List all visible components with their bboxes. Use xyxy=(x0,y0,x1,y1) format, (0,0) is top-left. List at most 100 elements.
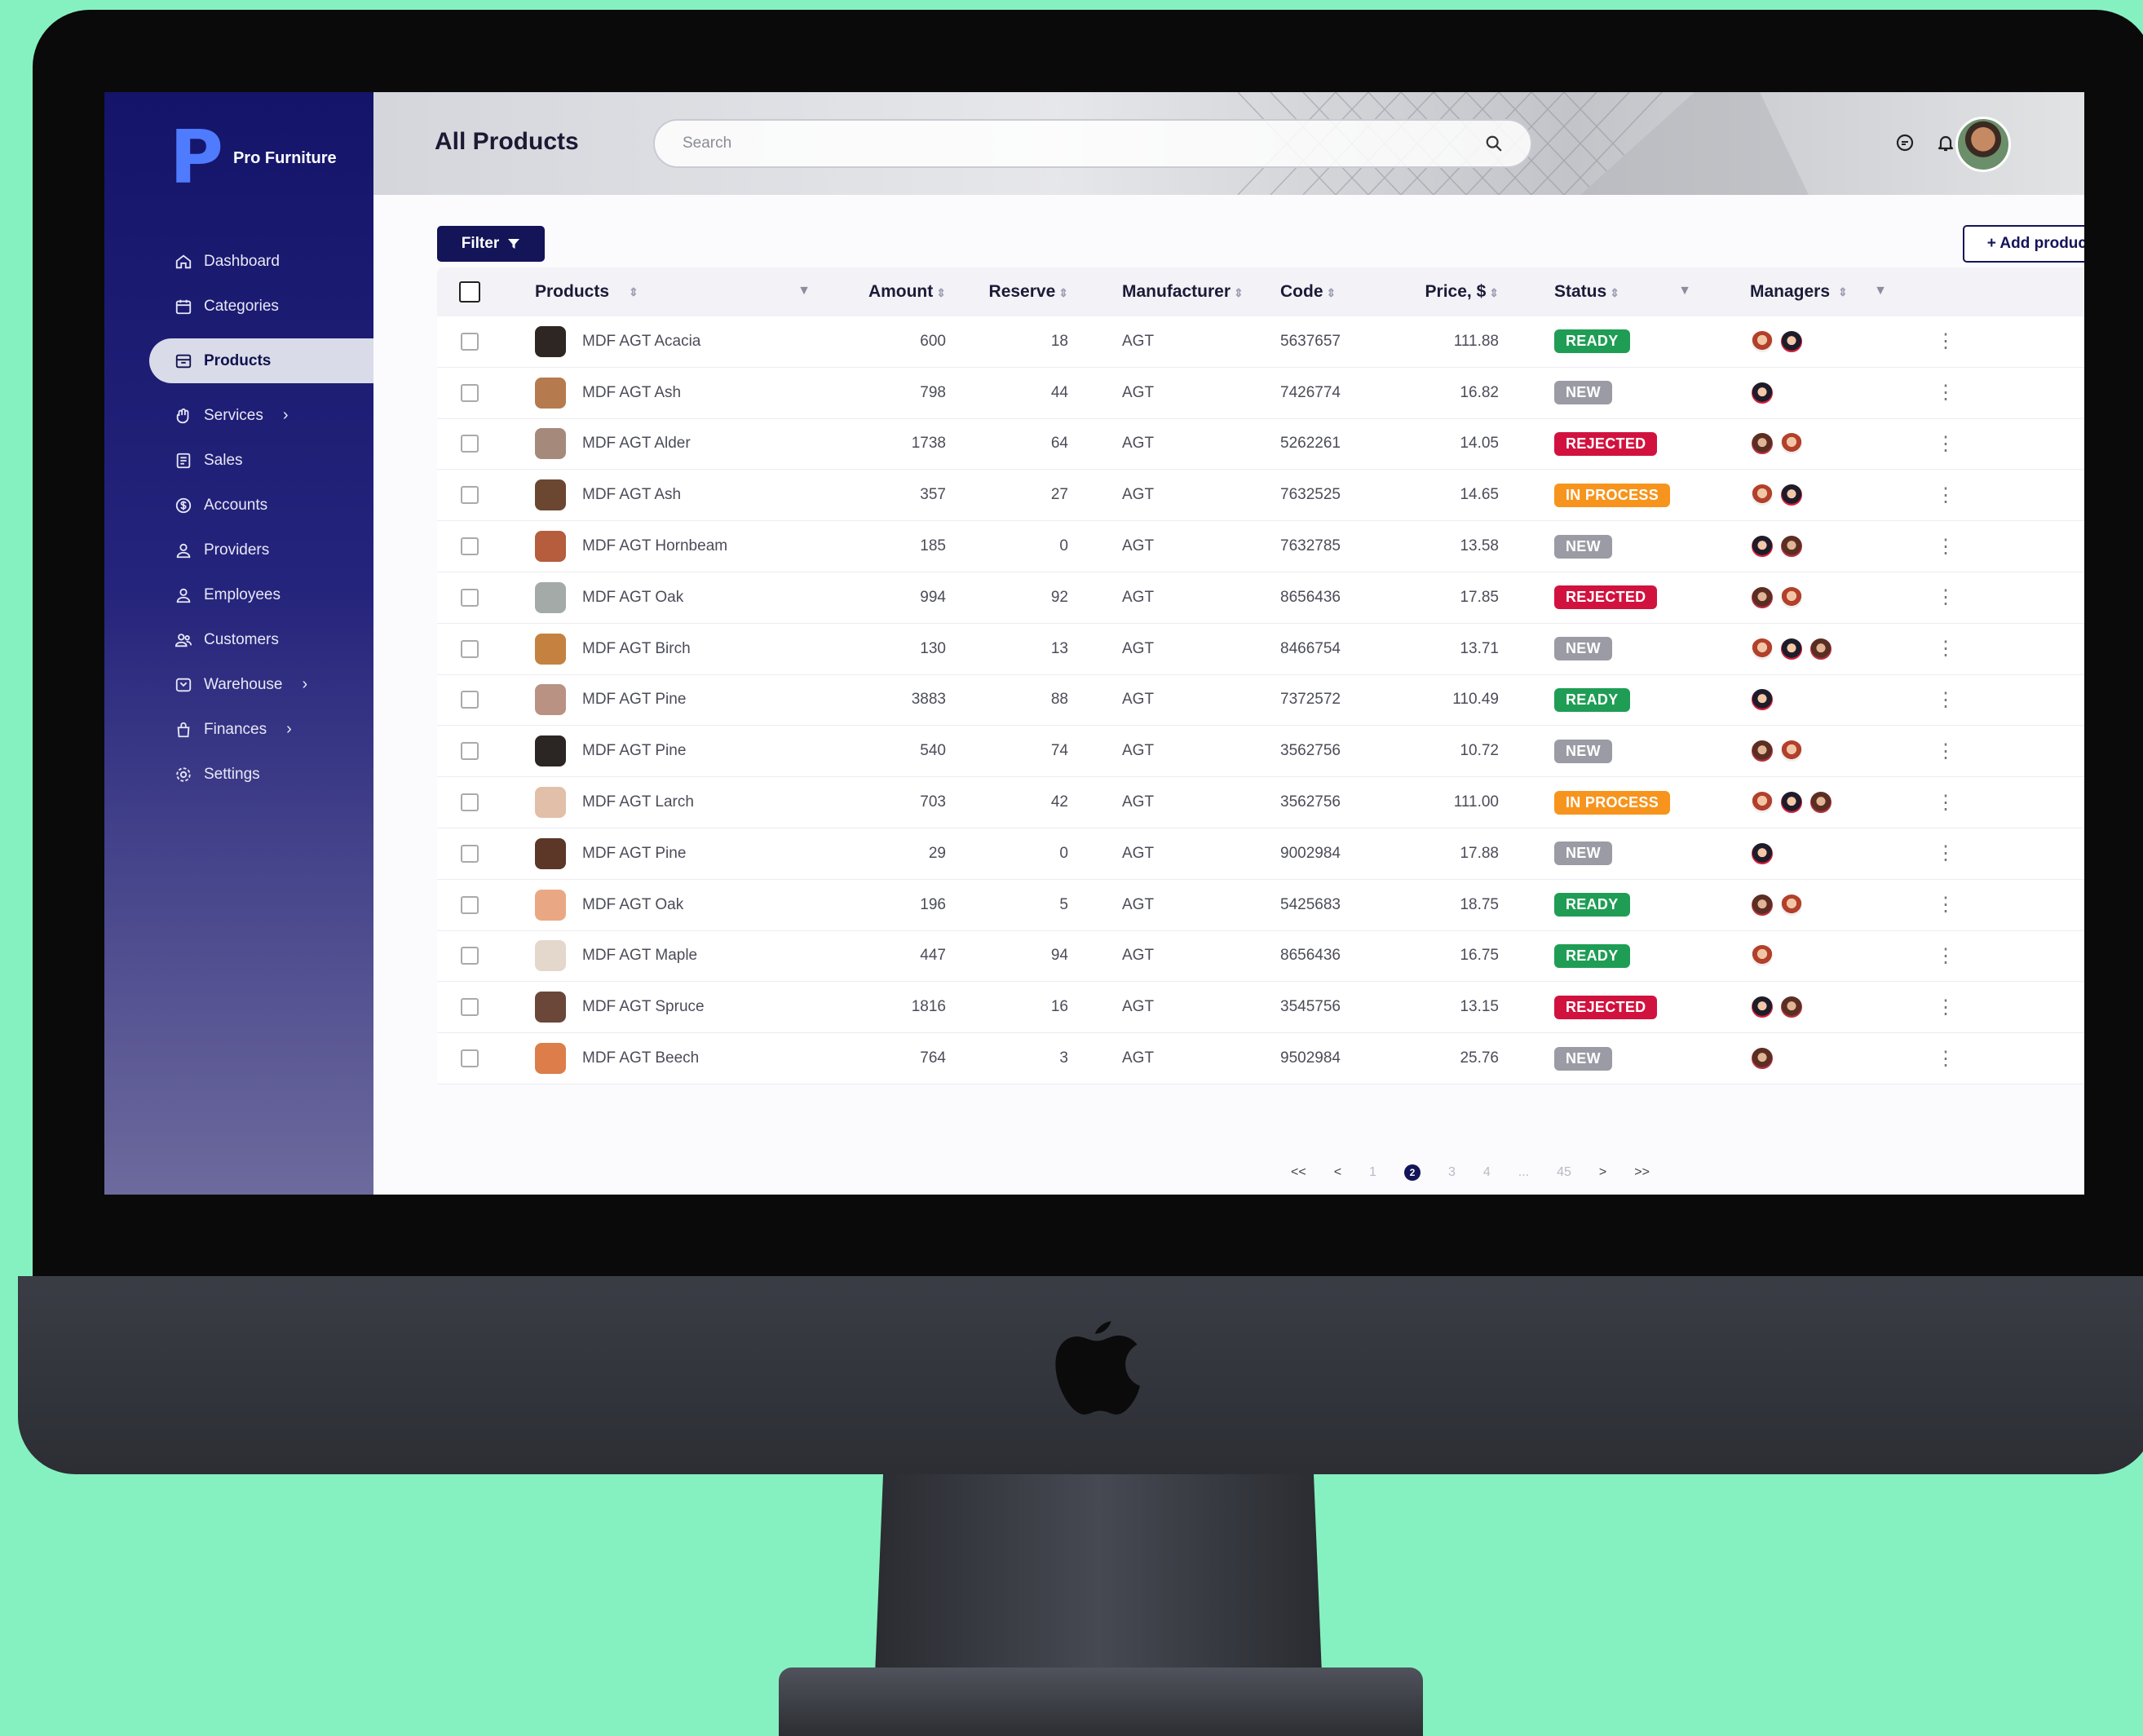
column-header-amount[interactable]: Amount ⇕ xyxy=(828,282,951,302)
column-header-status[interactable]: Status ⇕ ▼ xyxy=(1513,282,1709,302)
product-name[interactable]: MDF AGT Pine xyxy=(582,691,686,709)
manager-avatar[interactable] xyxy=(1779,483,1804,508)
manager-avatar[interactable] xyxy=(1750,585,1774,610)
product-name[interactable]: MDF AGT Larch xyxy=(582,793,694,811)
row-checkbox[interactable] xyxy=(461,1049,479,1068)
row-checkbox[interactable] xyxy=(461,486,479,505)
sidebar-item-providers[interactable]: Providers xyxy=(104,528,373,572)
more-options-icon[interactable]: ⋮ xyxy=(1905,791,1986,815)
more-options-icon[interactable]: ⋮ xyxy=(1905,637,1986,660)
table-row[interactable]: MDF AGT Oak 994 92 AGT 8656436 17.85 REJECTED ⋮ xyxy=(437,572,2084,624)
pagination-page-2[interactable]: 2 xyxy=(1403,1164,1421,1181)
more-options-icon[interactable]: ⋮ xyxy=(1905,381,1986,404)
row-checkbox[interactable] xyxy=(461,332,479,351)
row-checkbox[interactable] xyxy=(461,895,479,914)
column-header-price[interactable]: Price, $ ⇕ xyxy=(1383,282,1513,302)
row-checkbox[interactable] xyxy=(461,639,479,658)
add-product-button[interactable]: + Add product xyxy=(1963,225,2084,263)
pagination-page-4[interactable]: 4 xyxy=(1483,1165,1491,1180)
manager-avatar[interactable] xyxy=(1809,636,1833,661)
more-options-icon[interactable]: ⋮ xyxy=(1905,996,1986,1019)
product-name[interactable]: MDF AGT Spruce xyxy=(582,998,705,1016)
manager-avatar[interactable] xyxy=(1779,636,1804,661)
row-checkbox[interactable] xyxy=(461,793,479,812)
product-name[interactable]: MDF AGT Beech xyxy=(582,1049,699,1067)
more-options-icon[interactable]: ⋮ xyxy=(1905,484,1986,507)
column-header-managers[interactable]: Managers ⇕ ▼ xyxy=(1709,282,1905,302)
manager-avatar[interactable] xyxy=(1750,841,1774,866)
manager-avatar[interactable] xyxy=(1750,636,1774,661)
more-options-icon[interactable]: ⋮ xyxy=(1905,1047,1986,1071)
product-name[interactable]: MDF AGT Oak xyxy=(582,589,683,607)
row-checkbox[interactable] xyxy=(461,588,479,607)
sidebar-item-dashboard[interactable]: Dashboard xyxy=(104,239,373,284)
search-input[interactable] xyxy=(683,135,1485,152)
pagination-last-button[interactable]: >> xyxy=(1634,1165,1650,1180)
sort-icon[interactable]: ⇕ xyxy=(629,285,638,299)
column-header-reserve[interactable]: Reserve ⇕ xyxy=(951,282,1073,302)
sidebar-item-warehouse[interactable]: Warehouse › xyxy=(104,662,373,707)
product-name[interactable]: MDF AGT Birch xyxy=(582,640,691,658)
column-filter-icon[interactable]: ▼ xyxy=(1874,284,1887,298)
manager-avatar[interactable] xyxy=(1779,329,1804,354)
sidebar-item-accounts[interactable]: Accounts xyxy=(104,483,373,528)
sidebar-item-categories[interactable]: Categories xyxy=(104,284,373,329)
product-name[interactable]: MDF AGT Maple xyxy=(582,947,697,965)
more-options-icon[interactable]: ⋮ xyxy=(1905,585,1986,609)
user-avatar[interactable] xyxy=(1955,117,2011,172)
product-name[interactable]: MDF AGT Acacia xyxy=(582,333,700,351)
column-filter-icon[interactable]: ▼ xyxy=(798,284,811,298)
product-name[interactable]: MDF AGT Ash xyxy=(582,486,681,504)
sidebar-item-settings[interactable]: Settings xyxy=(104,752,373,797)
manager-avatar[interactable] xyxy=(1809,790,1833,815)
manager-avatar[interactable] xyxy=(1750,431,1774,457)
more-options-icon[interactable]: ⋮ xyxy=(1905,944,1986,968)
manager-avatar[interactable] xyxy=(1779,790,1804,815)
manager-avatar[interactable] xyxy=(1750,995,1774,1020)
manager-avatar[interactable] xyxy=(1750,534,1774,559)
table-row[interactable]: MDF AGT Pine 540 74 AGT 3562756 10.72 NEW ⋮ xyxy=(437,726,2084,778)
table-row[interactable]: MDF AGT Acacia 600 18 AGT 5637657 111.88 READY… xyxy=(437,316,2084,368)
table-row[interactable]: MDF AGT Oak 196 5 AGT 5425683 18.75 READY ⋮ xyxy=(437,879,2084,931)
sort-icon[interactable]: ⇕ xyxy=(936,286,946,299)
table-row[interactable]: MDF AGT Larch 703 42 AGT 3562756 111.00 IN PRO… xyxy=(437,777,2084,828)
row-checkbox[interactable] xyxy=(461,844,479,863)
manager-avatar[interactable] xyxy=(1750,329,1774,354)
sidebar-item-products[interactable]: Products xyxy=(149,338,373,383)
sort-icon[interactable]: ⇕ xyxy=(1838,285,1848,299)
manager-avatar[interactable] xyxy=(1750,1046,1774,1071)
product-name[interactable]: MDF AGT Pine xyxy=(582,742,686,760)
table-row[interactable]: MDF AGT Birch 130 13 AGT 8466754 13.71 NEW ⋮ xyxy=(437,623,2084,675)
manager-avatar[interactable] xyxy=(1750,943,1774,969)
manager-avatar[interactable] xyxy=(1750,892,1774,917)
manager-avatar[interactable] xyxy=(1750,380,1774,405)
row-checkbox[interactable] xyxy=(461,947,479,965)
manager-avatar[interactable] xyxy=(1779,739,1804,764)
manager-avatar[interactable] xyxy=(1779,431,1804,457)
more-options-icon[interactable]: ⋮ xyxy=(1905,841,1986,865)
column-header-products[interactable]: Products ⇕ ▼ xyxy=(502,282,828,302)
column-header-manufacturer[interactable]: Manufacturer ⇕ xyxy=(1073,282,1253,302)
table-row[interactable]: MDF AGT Spruce 1816 16 AGT 3545756 13.15 REJEC… xyxy=(437,982,2084,1034)
manager-avatar[interactable] xyxy=(1779,892,1804,917)
sort-icon[interactable]: ⇕ xyxy=(1489,286,1499,299)
manager-avatar[interactable] xyxy=(1750,790,1774,815)
pagination-page-1[interactable]: 1 xyxy=(1369,1165,1376,1180)
row-checkbox[interactable] xyxy=(461,435,479,453)
column-header-code[interactable]: Code ⇕ xyxy=(1253,282,1383,302)
filter-button[interactable]: Filter xyxy=(437,226,545,262)
row-checkbox[interactable] xyxy=(461,383,479,402)
more-options-icon[interactable]: ⋮ xyxy=(1905,329,1986,353)
messages-icon[interactable] xyxy=(1890,128,1920,157)
more-options-icon[interactable]: ⋮ xyxy=(1905,432,1986,456)
more-options-icon[interactable]: ⋮ xyxy=(1905,535,1986,559)
search-icon[interactable] xyxy=(1485,135,1503,152)
sidebar-item-customers[interactable]: Customers xyxy=(104,617,373,662)
table-row[interactable]: MDF AGT Beech 764 3 AGT 9502984 25.76 NEW ⋮ xyxy=(437,1033,2084,1084)
pagination-page-3[interactable]: 3 xyxy=(1448,1165,1456,1180)
row-checkbox[interactable] xyxy=(461,537,479,556)
table-row[interactable]: MDF AGT Ash 798 44 AGT 7426774 16.82 NEW ⋮ xyxy=(437,367,2084,419)
product-name[interactable]: MDF AGT Oak xyxy=(582,896,683,914)
row-checkbox[interactable] xyxy=(461,742,479,761)
table-row[interactable]: MDF AGT Maple 447 94 AGT 8656436 16.75 READY ⋮ xyxy=(437,930,2084,983)
